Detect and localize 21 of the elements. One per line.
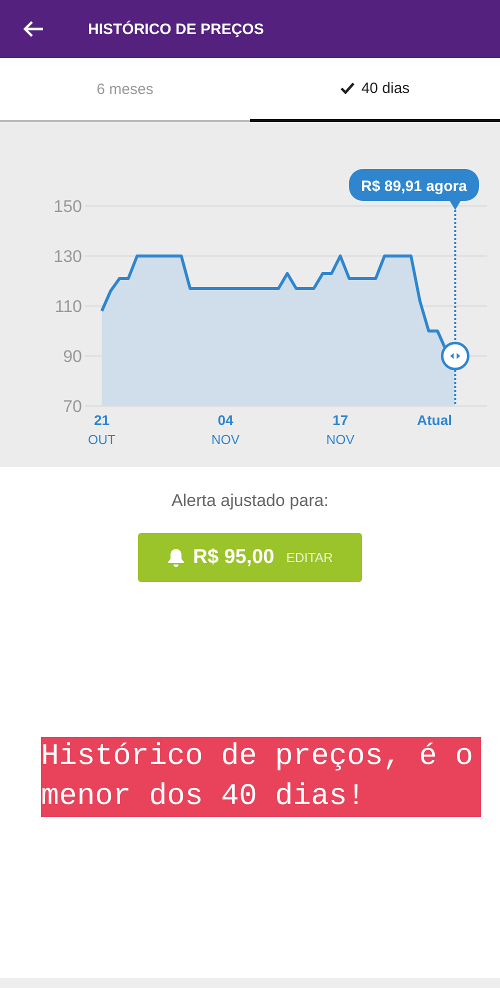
check-icon: [340, 82, 356, 94]
edit-label: EDITAR: [286, 550, 333, 565]
y-axis-label: 130: [54, 247, 82, 266]
x-axis-label: 17 NOV: [326, 412, 354, 447]
x-axis-label: 04 NOV: [211, 412, 240, 447]
x-axis-label: Atual: [417, 412, 452, 428]
y-axis-label: 90: [63, 347, 82, 366]
bell-icon: [167, 548, 186, 567]
tooltip-price: R$ 89,91 agora: [361, 178, 467, 195]
caption-text: Histórico de preços, é o menor dos 40 dias!: [41, 737, 481, 817]
back-arrow-icon: [22, 20, 44, 38]
edit-alert-button[interactable]: R$ 95,00 EDITAR: [138, 533, 362, 582]
y-axis-label: 150: [54, 197, 82, 216]
alert-label: Alerta ajustado para:: [172, 491, 328, 511]
y-axis-label: 70: [63, 397, 82, 416]
alert-price: R$ 95,00: [193, 546, 274, 569]
y-axis-label: 110: [54, 297, 82, 316]
x-axis-label: 21 OUT: [88, 412, 116, 447]
back-button[interactable]: [22, 20, 44, 38]
drag-handle-icon[interactable]: [440, 342, 470, 370]
page-title: HISTÓRICO DE PREÇOS: [88, 20, 264, 38]
